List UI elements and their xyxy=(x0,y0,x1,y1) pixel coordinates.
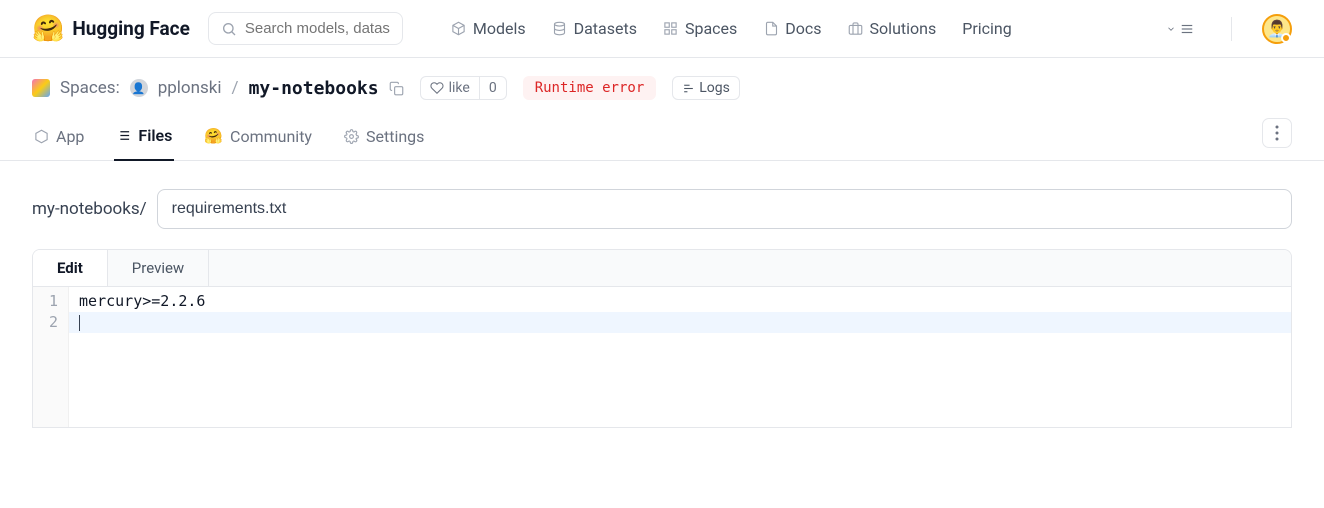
heart-icon xyxy=(430,81,444,95)
code-editor[interactable]: 1 2 mercury>=2.2.6 xyxy=(33,287,1291,427)
brand-logo[interactable]: 🤗 Hugging Face xyxy=(32,14,190,44)
nav-datasets[interactable]: Datasets xyxy=(552,19,637,38)
path-separator: / xyxy=(232,78,239,98)
cube-icon xyxy=(34,129,49,144)
brand-text: Hugging Face xyxy=(72,17,189,40)
search-icon xyxy=(221,21,237,37)
owner-avatar: 👤 xyxy=(130,79,148,97)
nav-pricing[interactable]: Pricing xyxy=(962,19,1012,38)
user-avatar[interactable]: 👨‍💼 xyxy=(1262,14,1292,44)
grid-icon xyxy=(663,21,679,37)
list-icon xyxy=(1179,22,1195,36)
nav-more-menu[interactable] xyxy=(1160,22,1201,36)
line-number: 1 xyxy=(49,291,58,312)
file-path-row: my-notebooks/ xyxy=(32,189,1292,229)
more-menu-button[interactable] xyxy=(1262,118,1292,148)
breadcrumb: Spaces: 👤 pplonski / my-notebooks like 0… xyxy=(32,76,1292,100)
primary-nav: Models Datasets Spaces Docs Solutions Pr… xyxy=(451,19,1012,38)
editor-tab-preview[interactable]: Preview xyxy=(108,250,209,286)
like-button[interactable]: like 0 xyxy=(420,76,507,100)
tab-app[interactable]: App xyxy=(32,117,86,160)
database-icon xyxy=(552,21,568,37)
document-icon xyxy=(763,21,779,37)
chevron-down-icon xyxy=(1166,24,1176,34)
line-number: 2 xyxy=(49,312,58,333)
nav-models[interactable]: Models xyxy=(451,19,526,38)
huggingface-icon: 🤗 xyxy=(32,14,64,44)
code-line-current[interactable] xyxy=(69,312,1291,333)
code-line[interactable]: mercury>=2.2.6 xyxy=(69,291,1291,312)
logs-icon xyxy=(682,82,695,95)
section-label: Spaces: xyxy=(60,78,120,98)
filename-input[interactable] xyxy=(157,189,1292,229)
nav-solutions[interactable]: Solutions xyxy=(848,19,937,38)
runtime-status: Runtime error xyxy=(523,76,657,100)
tab-community[interactable]: 🤗Community xyxy=(202,117,314,160)
editor-tabs: Edit Preview xyxy=(33,250,1291,287)
path-root[interactable]: my-notebooks/ xyxy=(32,199,147,219)
editor-tab-edit[interactable]: Edit xyxy=(33,250,108,286)
nav-spaces[interactable]: Spaces xyxy=(663,19,737,38)
repo-header: Spaces: 👤 pplonski / my-notebooks like 0… xyxy=(0,58,1324,161)
code-lines[interactable]: mercury>=2.2.6 xyxy=(69,287,1291,427)
files-icon xyxy=(116,128,131,143)
dots-vertical-icon xyxy=(1275,125,1279,141)
divider xyxy=(1231,17,1232,41)
logs-button[interactable]: Logs xyxy=(672,76,740,100)
repo-name[interactable]: my-notebooks xyxy=(249,78,379,99)
search-box[interactable] xyxy=(208,12,403,45)
like-count: 0 xyxy=(479,77,506,99)
community-icon: 🤗 xyxy=(204,127,223,145)
nav-docs[interactable]: Docs xyxy=(763,19,821,38)
line-gutter: 1 2 xyxy=(33,287,69,427)
tab-files[interactable]: Files xyxy=(114,116,174,161)
tab-settings[interactable]: Settings xyxy=(342,117,426,160)
text-cursor xyxy=(79,315,80,331)
owner-link[interactable]: pplonski xyxy=(158,78,222,98)
editor-panel: Edit Preview 1 2 mercury>=2.2.6 xyxy=(32,249,1292,428)
notification-dot xyxy=(1281,33,1291,43)
cube-icon xyxy=(451,21,467,37)
briefcase-icon xyxy=(848,21,864,37)
top-header: 🤗 Hugging Face Models Datasets Spaces Do… xyxy=(0,0,1324,58)
copy-icon[interactable] xyxy=(389,81,404,96)
main-content: my-notebooks/ Edit Preview 1 2 mercury>=… xyxy=(0,161,1324,456)
repo-tabs: App Files 🤗Community Settings xyxy=(32,116,1292,160)
spaces-icon xyxy=(32,79,50,97)
search-input[interactable] xyxy=(245,20,390,37)
gear-icon xyxy=(344,129,359,144)
